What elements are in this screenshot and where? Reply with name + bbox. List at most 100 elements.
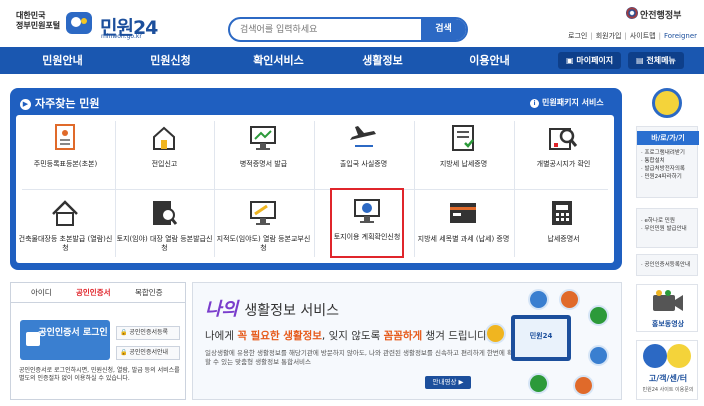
favorite-land-ledger[interactable]: 토지(임야) 대장 열람 등본발급신청 [115,190,214,262]
help-center-banner[interactable]: 고/객/센/터 민원24 사이트 이용문의 [636,340,698,400]
favorite-cadastral-map[interactable]: 지적도(임야도) 열람 등본교부신청 [214,190,313,262]
foreigner-link[interactable]: Foreigner [664,32,697,40]
mascot-icon [667,344,691,368]
tab-multi-auth[interactable]: 복합인증 [135,287,163,298]
favorite-label: 지방세 세목별 과세 (납세) 증명 [417,235,510,243]
favorite-label: 건축물대장등 초본발급 (열람)신청 [18,235,113,252]
login-link[interactable]: 로그인 [568,32,587,40]
favorite-tax-payment[interactable]: 납세증명서 [514,190,613,262]
nav-item-verify[interactable]: 확인서비스 [236,47,321,74]
favorite-label: 주민등록표등본(초본) [33,160,98,168]
quick-link[interactable]: · 발급처방전자의록 [641,165,699,173]
life-service-icon [528,289,549,310]
favorite-label: 개별공시지가 확인 [536,160,591,168]
cert-guide-link[interactable]: 🔒 공인인증서안내 [116,346,180,360]
site-header: 대한민국 정부민원포털 민원24 minwon.go.kr 검색 안전행정부 로… [0,0,704,47]
package-service-link[interactable]: i 민원패키지 서비스 [530,97,604,108]
mypage-label: 마이페이지 [576,56,614,65]
search-input[interactable] [230,19,420,40]
quick-links-box-3: · 공인인증서등록안내 [636,254,698,276]
ministry-name[interactable]: 안전행정부 [640,8,681,21]
life-service-icon [588,305,609,326]
building-ledger-icon [52,200,78,226]
headline-part: , 잊지 않도록 [321,330,384,342]
tax-certificate-icon [452,125,474,151]
help-center-heading: 고/객/센/터 [648,374,688,383]
favorite-tax-by-item[interactable]: 지방세 세목별 과세 (납세) 증명 [414,190,513,262]
logo-text[interactable]: 대한민국 정부민원포털 [16,11,60,31]
minwon24-logo-icon[interactable] [64,8,94,38]
cert-register-label: 공인인증서등록 [129,329,169,336]
logo-url: minwon.go.kr [101,33,142,40]
promo-video-label: 홍보동영상 [651,320,685,328]
signup-link[interactable]: 회원가입 [596,32,622,40]
government-emblem-icon [626,7,638,19]
favorite-military-record[interactable]: 병적증명서 발급 [214,115,313,187]
quick-links-heading[interactable]: 바/로/가/기 [637,131,699,145]
life-service-icon [573,375,594,396]
info-icon: i [530,99,539,108]
favorite-land-price[interactable]: 개별공시지가 확인 [514,115,613,187]
favorite-label: 지적도(임야도) 열람 등본교부신청 [216,235,311,252]
nav-item-apply[interactable]: 민원신청 [128,47,213,74]
quick-link[interactable]: · 무인민원 발급안내 [641,225,699,233]
life-service-icon [559,289,580,310]
life-service-icon [588,345,609,366]
favorite-building-ledger[interactable]: 건축물대장등 초본발급 (열람)신청 [16,190,115,262]
favorite-land-use-plan[interactable]: 토지이용 계획확인신청 [330,188,404,258]
land-use-plan-icon [354,199,380,223]
quick-links-box: 바/로/가/기 · 프로그램내려받기 · 통합설치 · 발급처방전자의록 · 민… [636,126,699,198]
favorite-local-tax-certificate[interactable]: 지방세 납세증명 [414,115,513,187]
package-service-label: 민원패키지 서비스 [542,98,604,107]
life-info-description: 일상생활에 유용한 생활정보를 해당기관에 방문하지 않아도, 나와 관련된 생… [205,349,519,366]
login-box: 아이디 공인인증서 복합인증 공인인증서 로그인 🔒 공인인증서등록 🔒 공인인… [10,282,186,400]
monitor-label: 민원24 [529,332,553,340]
land-price-icon [549,128,578,150]
play-icon: ▶ [20,99,31,110]
tax-item-icon [450,203,476,223]
quick-links-list: · 프로그램내려받기 · 통합설치 · 발급처방전자의록 · 민원24따라하기 [641,149,699,181]
favorite-label: 지방세 납세증명 [439,160,488,168]
login-note: 공인인증서로 로그인하시면, 민원신청, 열람, 발급 등의 서비스를 별도의 … [19,367,180,382]
mascot-icon [652,88,682,118]
guide-video-button[interactable]: 안내영상 ▶ [425,376,471,389]
favorite-resident-registration[interactable]: 주민등록표등본(초본) [16,115,115,187]
nav-item-life-info[interactable]: 생활정보 [340,47,425,74]
quick-link[interactable]: · 공인인증서등록안내 [641,261,699,269]
favorite-label: 전입신고 [151,160,178,168]
nav-item-usage[interactable]: 이용안내 [447,47,532,74]
quick-links-list-2: · e하나로 민원 · 무인민원 발급안내 [641,217,699,233]
mypage-button[interactable]: ▣ 마이페이지 [558,52,622,69]
house-move-icon [153,126,175,150]
cert-register-link[interactable]: 🔒 공인인증서등록 [116,326,180,340]
favorites-grid: 주민등록표등본(초본) 전입신고 병적증명서 발급 출입국 사실증명 지방세 납… [16,115,614,263]
life-service-icon [528,373,549,394]
search-button[interactable]: 검색 [421,19,466,40]
favorite-immigration-certificate[interactable]: 출입국 사실증명 [314,115,413,187]
nav-item-guide[interactable]: 민원안내 [20,47,105,74]
airplane-icon [350,126,376,147]
cadastral-map-icon [250,201,276,225]
favorites-title: ▶ 자주찾는 민원 [20,95,100,111]
promo-video-banner[interactable]: 홍보동영상 [636,284,698,332]
headline-highlight: 꼭 필요한 생활정보 [237,330,322,342]
logo-line2: 정부민원포털 [16,21,61,30]
all-menu-button[interactable]: ▤ 전체메뉴 [628,52,684,69]
life-info-banner[interactable]: 나의 생활정보 서비스 나에게 꼭 필요한 생활정보, 잊지 않도록 꼼꼼하게 … [192,282,622,400]
sitemap-link[interactable]: 사이트맵 [630,32,656,40]
certificate-icon [26,332,40,346]
monitor-icon: 민원24 [511,315,571,361]
tab-id-login[interactable]: 아이디 [31,287,52,298]
quick-link[interactable]: · 민원24따라하기 [641,173,699,181]
military-record-icon [250,126,276,150]
login-tabs: 아이디 공인인증서 복합인증 [11,283,185,303]
quick-link[interactable]: · 프로그램내려받기 [641,149,699,157]
tab-cert-login[interactable]: 공인인증서 [76,287,111,298]
favorite-label: 토지이용 계획확인신청 [333,233,401,241]
quick-link[interactable]: · 통합설치 [641,157,699,165]
land-ledger-icon [153,201,178,225]
quick-link[interactable]: · e하나로 민원 [641,217,699,225]
favorite-move-in-report[interactable]: 전입신고 [115,115,214,187]
utility-links: 로그인 | 회원가입 | 사이트맵 | Foreigner [568,32,698,40]
cert-login-button[interactable]: 공인인증서 로그인 [20,320,110,360]
